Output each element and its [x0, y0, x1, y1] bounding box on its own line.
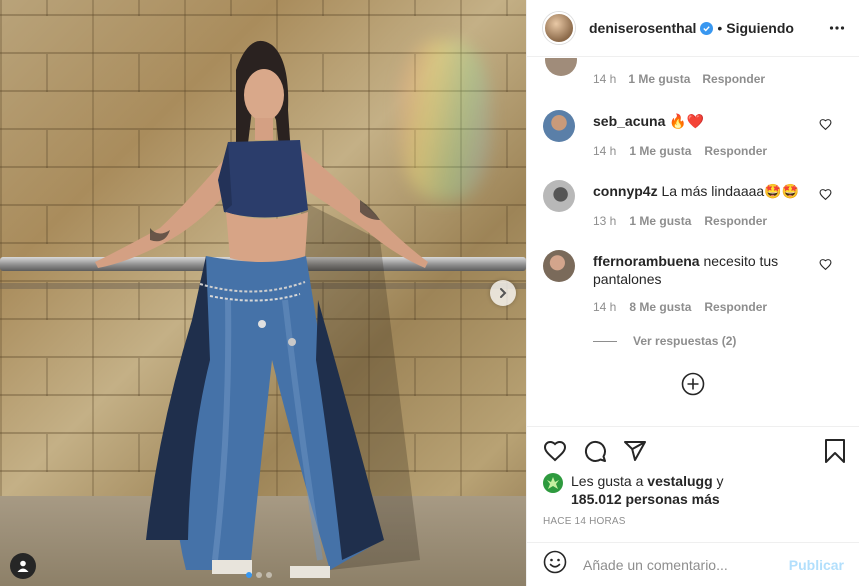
header-separator: •	[717, 20, 723, 36]
heart-icon[interactable]	[819, 258, 832, 276]
reply-button[interactable]: Responder	[704, 214, 767, 228]
add-comment-bar: Añade un comentario... Publicar	[527, 542, 859, 586]
avatar[interactable]	[543, 12, 575, 44]
comment-likes[interactable]: 1 Me gusta	[629, 214, 691, 228]
heart-icon[interactable]	[819, 118, 832, 136]
following-button[interactable]: Siguiendo	[726, 20, 794, 36]
comment-time: 14 h	[593, 300, 617, 314]
post-photo[interactable]	[0, 0, 526, 586]
post-side-panel: deniserosenthal • Siguiendo 14 h 1 Me gu…	[526, 0, 859, 586]
verified-badge-icon	[700, 21, 714, 35]
comment-likes[interactable]: 8 Me gusta	[629, 300, 691, 314]
post-author-username[interactable]: deniserosenthal	[589, 20, 696, 36]
comment-icon[interactable]	[583, 439, 607, 468]
heart-icon[interactable]	[819, 188, 832, 206]
reply-button[interactable]: Responder	[702, 72, 765, 86]
avatar[interactable]	[543, 110, 575, 142]
share-icon[interactable]	[623, 439, 647, 468]
comment-username[interactable]: seb_acuna	[593, 113, 665, 129]
view-replies-button[interactable]: Ver respuestas (2)	[593, 334, 736, 348]
replies-divider	[593, 340, 617, 342]
comments-list: 14 h 1 Me gusta Responder seb_acuna 🔥❤️ …	[527, 58, 859, 426]
avatar[interactable]	[545, 58, 577, 76]
comment-likes[interactable]: 1 Me gusta	[628, 72, 690, 86]
comment-input[interactable]: Añade un comentario...	[583, 557, 789, 573]
liker-username[interactable]: vestalugg	[647, 473, 712, 489]
comment-username[interactable]: connyp4z	[593, 183, 658, 199]
person-figure	[95, 40, 428, 578]
comment-text: La más lindaaaa🤩🤩	[661, 183, 800, 199]
carousel-dot	[256, 572, 262, 578]
carousel-indicator	[246, 572, 272, 578]
likes-middle: y	[712, 473, 724, 489]
plus-circle-icon[interactable]	[681, 372, 705, 401]
avatar[interactable]	[543, 473, 563, 493]
reply-button[interactable]: Responder	[704, 300, 767, 314]
comment-meta: 13 h 1 Me gusta Responder	[593, 214, 767, 228]
comment-username[interactable]: ffernorambuena	[593, 253, 700, 269]
emoji-icon[interactable]	[543, 550, 567, 579]
comment-time: 13 h	[593, 214, 617, 228]
comment-time: 14 h	[593, 144, 617, 158]
heart-icon[interactable]	[543, 439, 567, 468]
likes-prefix: Les gusta a	[571, 473, 648, 489]
next-arrow-icon[interactable]	[490, 280, 516, 306]
bookmark-icon[interactable]	[824, 439, 846, 468]
comment-body: connyp4z La más lindaaaa🤩🤩	[593, 182, 813, 200]
comment-meta: 14 h 1 Me gusta Responder	[593, 72, 765, 86]
user-tag-icon[interactable]	[10, 553, 36, 579]
comment-likes[interactable]: 1 Me gusta	[629, 144, 691, 158]
comment-meta: 14 h 8 Me gusta Responder	[593, 300, 767, 314]
carousel-dot	[266, 572, 272, 578]
post-header: deniserosenthal • Siguiendo	[527, 0, 859, 57]
avatar[interactable]	[543, 180, 575, 212]
comment-time: 14 h	[593, 72, 617, 86]
more-options-icon[interactable]	[829, 20, 845, 41]
carousel-dot	[246, 572, 252, 578]
comment-text: 🔥❤️	[669, 113, 705, 129]
view-replies-label: Ver respuestas (2)	[633, 334, 737, 348]
post-timestamp[interactable]: HACE 14 HORAS	[543, 516, 626, 527]
post-actions	[527, 426, 859, 470]
likes-count[interactable]: 185.012 personas más	[571, 491, 720, 507]
avatar[interactable]	[543, 250, 575, 282]
likes-text[interactable]: Les gusta a vestalugg y 185.012 personas…	[571, 472, 841, 508]
comment-body: seb_acuna 🔥❤️	[593, 112, 813, 130]
reply-button[interactable]: Responder	[704, 144, 767, 158]
comment-body: ffernorambuena necesito tus pantalones	[593, 252, 813, 288]
publish-button[interactable]: Publicar	[789, 557, 844, 573]
comment-meta: 14 h 1 Me gusta Responder	[593, 144, 767, 158]
